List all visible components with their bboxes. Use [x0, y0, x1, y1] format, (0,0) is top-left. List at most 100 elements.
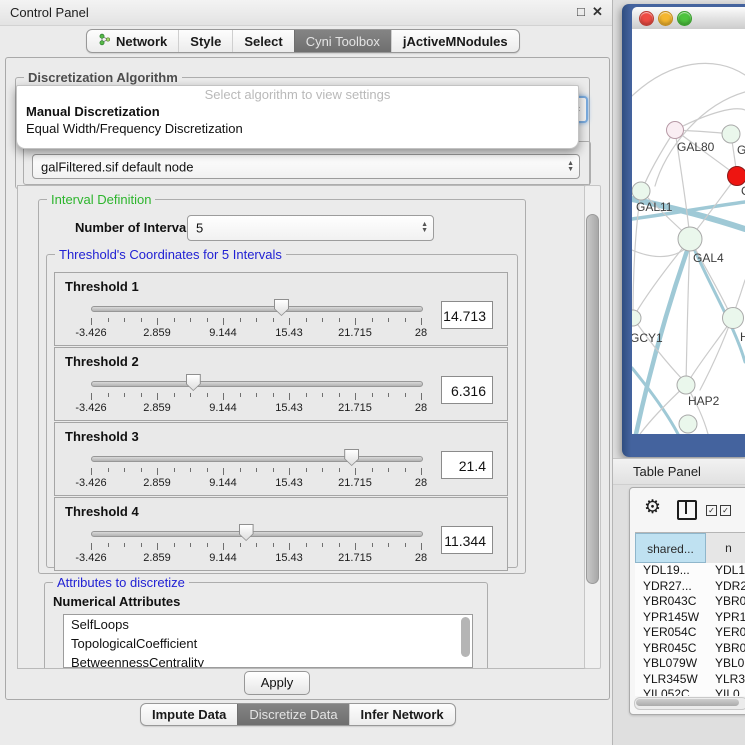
table-data-combobox[interactable]: galFiltered.sif default node ▲▼ — [32, 154, 580, 179]
network-edge[interactable] — [632, 63, 745, 96]
slider-tick — [240, 393, 241, 397]
slider-tick-label: -3.426 — [66, 402, 116, 414]
thresholds-group-label: Threshold's Coordinates for 5 Intervals — [55, 247, 286, 262]
slider-tick-label: 21.715 — [330, 402, 380, 414]
network-node-gcy1[interactable] — [632, 310, 641, 326]
attribute-list-item[interactable]: BetweennessCentrality — [64, 653, 472, 668]
network-node-label: H — [740, 330, 745, 344]
network-node-gal80[interactable] — [667, 122, 684, 139]
bottom-tab-bar: Impute DataDiscretize DataInfer Network — [140, 703, 456, 726]
tab-jactivemnodules[interactable]: jActiveMNodules — [391, 30, 519, 52]
number-of-intervals-combobox[interactable]: 5 ▲▼ — [187, 215, 434, 241]
network-node-hap2[interactable] — [677, 376, 695, 394]
slider-thumb[interactable] — [344, 449, 359, 466]
slider-tick-label: 2.859 — [132, 477, 182, 489]
tab-select[interactable]: Select — [232, 30, 293, 52]
cell-name: YPR1 — [711, 610, 745, 626]
slider-tick-label: 9.144 — [198, 402, 248, 414]
slider-tick — [405, 468, 406, 472]
network-node-gal11[interactable] — [632, 182, 650, 200]
table-hscrollbar-thumb[interactable] — [636, 699, 739, 706]
slider-track[interactable] — [91, 531, 423, 537]
table-row[interactable]: YDL19...YDL1 — [635, 563, 745, 579]
apply-button[interactable]: Apply — [244, 671, 310, 695]
list-scrollbar-thumb[interactable] — [461, 617, 470, 657]
slider-tick — [91, 393, 92, 400]
attribute-list-item[interactable]: TopologicalCoefficient — [64, 634, 472, 653]
network-edge[interactable] — [642, 130, 675, 190]
threshold-value-field[interactable]: 6.316 — [441, 376, 493, 404]
close-panel-icon[interactable]: ✕ — [592, 4, 603, 20]
slider-tick — [273, 318, 274, 322]
select-all-checkbox-icon[interactable]: ✓ — [706, 505, 717, 516]
slider-tick — [355, 543, 356, 550]
network-edge[interactable] — [700, 280, 745, 390]
table-row[interactable]: YBL079WYBL0 — [635, 656, 745, 672]
table-row[interactable]: YLR345WYLR3 — [635, 672, 745, 688]
dropdown-option[interactable]: Manual Discretization — [17, 103, 578, 120]
float-window-icon[interactable]: □ — [577, 4, 585, 19]
slider-tick — [372, 393, 373, 397]
network-window-titlebar[interactable] — [632, 7, 745, 30]
slider-tick — [256, 318, 257, 322]
network-canvas[interactable]: GAL80GACGAL11GAL4GCY1HHAP2 — [632, 29, 745, 434]
slider-tick — [157, 393, 158, 400]
slider-tick — [223, 543, 224, 550]
zoom-window-icon[interactable] — [677, 11, 692, 26]
table-row[interactable]: YIL052CYIL0 — [635, 687, 745, 696]
network-node-h[interactable] — [723, 308, 744, 329]
tab-cyni-toolbox[interactable]: Cyni Toolbox — [294, 30, 391, 52]
network-node-c[interactable] — [728, 167, 745, 186]
network-node-ga[interactable] — [722, 125, 740, 143]
threshold-panel: Threshold 2-3.4262.8599.14415.4321.71528… — [54, 347, 508, 421]
slider-tick — [141, 393, 142, 397]
column-header[interactable]: shared... — [635, 533, 706, 563]
deselect-all-checkbox-icon[interactable]: ✓ — [720, 505, 731, 516]
slider-thumb[interactable] — [274, 299, 289, 316]
minimize-window-icon[interactable] — [658, 11, 673, 26]
slider-tick-label: 21.715 — [330, 552, 380, 564]
network-edge[interactable] — [688, 318, 733, 382]
tab-impute-data[interactable]: Impute Data — [141, 704, 237, 725]
table-row[interactable]: YBR045CYBR0 — [635, 641, 745, 657]
tab-discretize-data[interactable]: Discretize Data — [237, 704, 348, 725]
columns-icon[interactable] — [677, 500, 697, 520]
slider-track[interactable] — [91, 306, 423, 312]
threshold-value-field[interactable]: 11.344 — [441, 526, 493, 554]
network-node[interactable] — [679, 415, 697, 433]
slider-tick — [273, 468, 274, 472]
threshold-panel: Threshold 3-3.4262.8599.14415.4321.71528… — [54, 422, 508, 496]
column-header[interactable]: n — [706, 533, 745, 563]
close-window-icon[interactable] — [639, 11, 654, 26]
tab-network[interactable]: Network — [87, 30, 178, 52]
slider-track[interactable] — [91, 456, 423, 462]
gear-icon[interactable]: ⚙ — [644, 498, 661, 517]
attribute-list-item[interactable]: SelfLoops — [64, 615, 472, 634]
slider-tick — [174, 468, 175, 472]
settings-scrollbar[interactable] — [584, 185, 601, 669]
threshold-value-field[interactable]: 21.4 — [441, 451, 493, 479]
table-horizontal-scrollbar[interactable] — [634, 697, 745, 710]
dropdown-prompt-option[interactable]: Select algorithm to view settings — [17, 86, 578, 103]
table-row[interactable]: YPR145WYPR1 — [635, 610, 745, 626]
slider-tick — [421, 393, 422, 400]
settings-scrollbar-thumb[interactable] — [586, 214, 599, 584]
slider-track[interactable] — [91, 381, 423, 387]
tab-style[interactable]: Style — [178, 30, 232, 52]
slider-thumb[interactable] — [239, 524, 254, 541]
tab-infer-network[interactable]: Infer Network — [349, 704, 455, 725]
cell-shared-name: YBR045C — [635, 641, 711, 657]
network-edge-highlighted[interactable] — [695, 251, 745, 362]
slider-thumb[interactable] — [186, 374, 201, 391]
slider-tick — [91, 543, 92, 550]
dropdown-option[interactable]: Equal Width/Frequency Discretization — [17, 120, 578, 137]
control-panel-titlebar: Control Panel □ ✕ — [0, 0, 612, 26]
table-row[interactable]: YBR043CYBR0 — [635, 594, 745, 610]
table-row[interactable]: YER054CYER0 — [635, 625, 745, 641]
network-node-gal4[interactable] — [678, 227, 702, 251]
network-edge[interactable] — [686, 239, 690, 384]
slider-tick — [405, 393, 406, 397]
table-row[interactable]: YDR27...YDR2 — [635, 579, 745, 595]
threshold-value-field[interactable]: 14.713 — [441, 301, 493, 329]
cell-shared-name: YBR043C — [635, 594, 711, 610]
